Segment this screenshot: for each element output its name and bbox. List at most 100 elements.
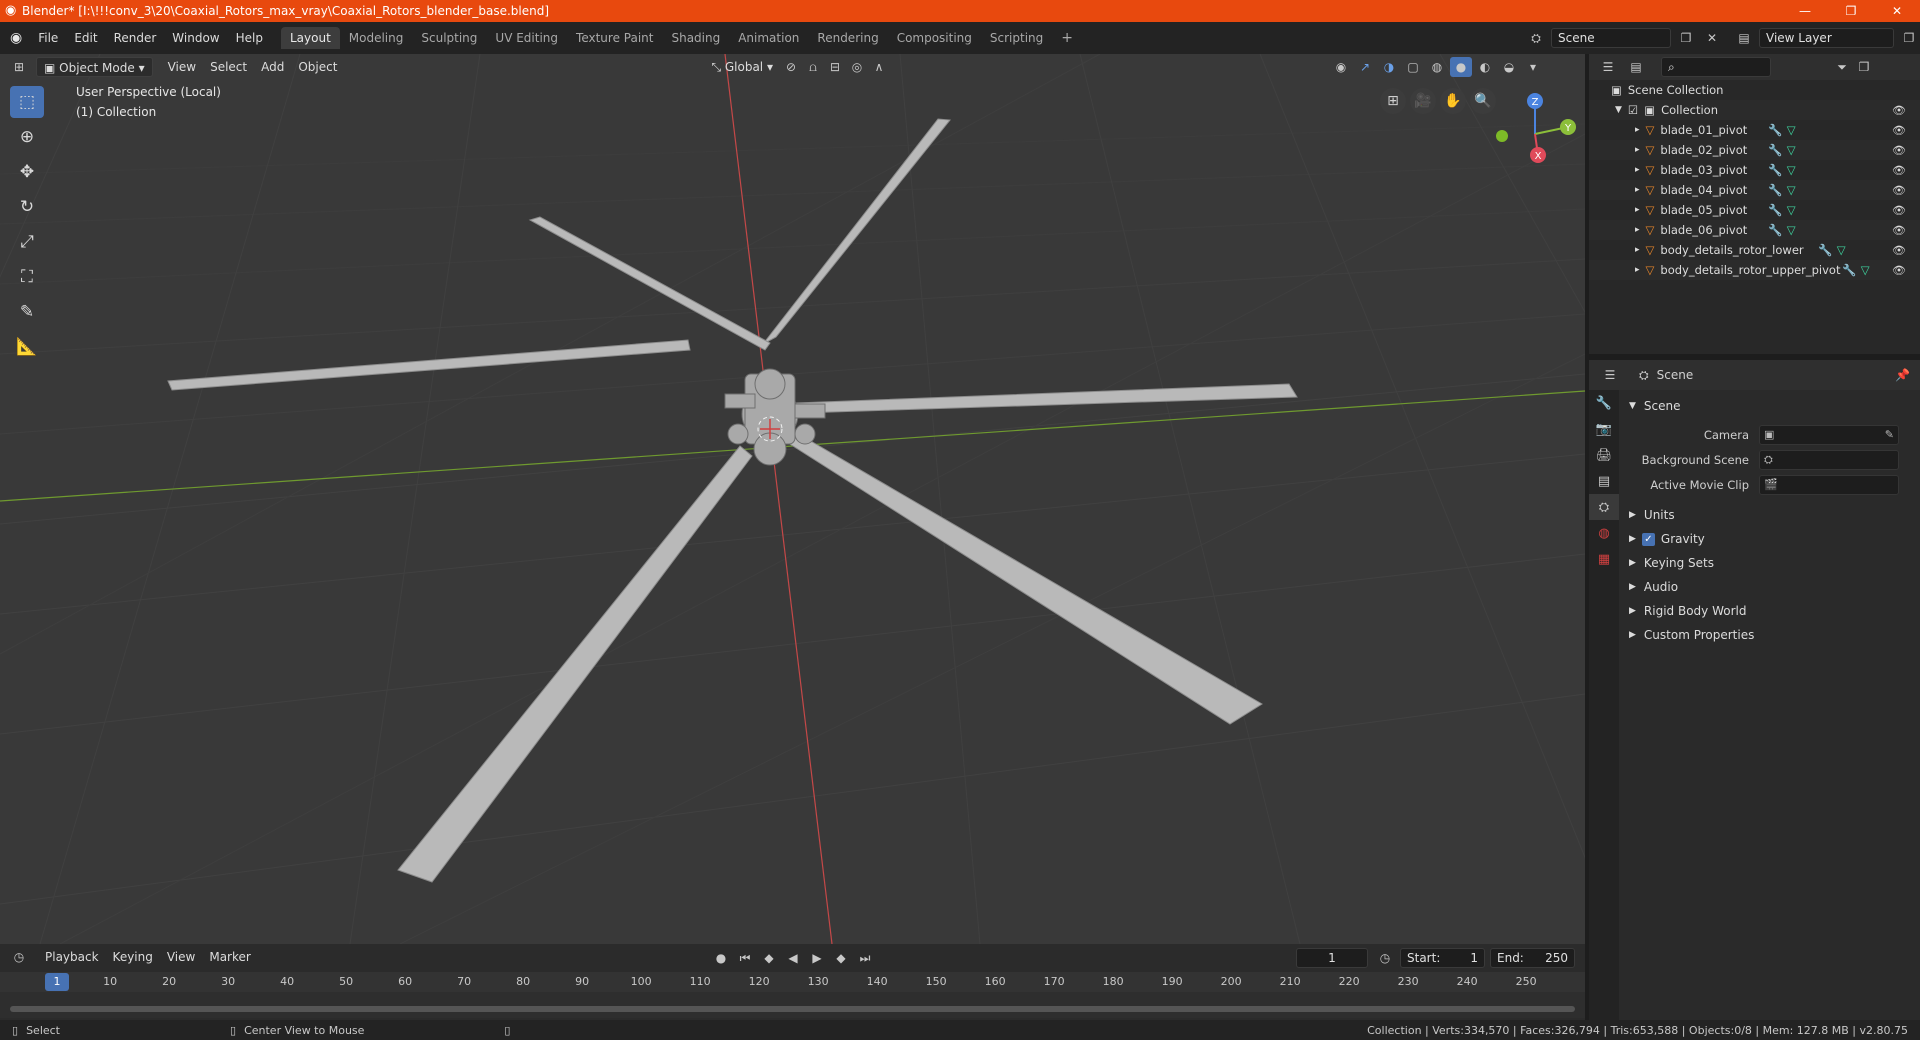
jump-end-icon[interactable]: ⏭ [854, 948, 876, 968]
jump-start-icon[interactable]: ⏮ [734, 948, 756, 968]
wireframe-shading-icon[interactable]: ◍ [1426, 57, 1448, 77]
navigation-gizmo[interactable]: Z Y X [1490, 89, 1580, 179]
new-view-layer-icon[interactable]: ❐ [1898, 28, 1920, 48]
tab-scripting[interactable]: Scripting [981, 27, 1052, 49]
minimize-button[interactable]: — [1782, 0, 1828, 22]
outliner-editor-type-icon[interactable]: ☰ [1597, 57, 1619, 77]
3d-viewport[interactable]: ⊞ ▣ Object Mode ▾ View Select Add Object… [0, 54, 1585, 944]
material-shading-icon[interactable]: ◐ [1474, 57, 1496, 77]
blender-menu-icon[interactable]: ◉ [0, 30, 30, 46]
viewport-menu-object[interactable]: Object [291, 57, 344, 77]
visibility-icon[interactable]: ◉ [1330, 57, 1352, 77]
expand-chevron-icon[interactable]: ▸ [1635, 265, 1640, 275]
maximize-button[interactable]: ❐ [1828, 0, 1874, 22]
texture-tab-icon[interactable]: ▦ [1589, 546, 1619, 572]
eye-icon[interactable]: 👁 [1892, 204, 1906, 217]
display-mode-icon[interactable]: ▤ [1625, 57, 1647, 77]
world-tab-icon[interactable]: ◍ [1589, 520, 1619, 546]
tab-shading[interactable]: Shading [662, 27, 729, 49]
eye-icon[interactable]: 👁 [1892, 144, 1906, 157]
solid-shading-icon[interactable]: ● [1450, 57, 1472, 77]
xray-toggle-icon[interactable]: ▢ [1402, 57, 1424, 77]
eye-icon[interactable]: 👁 [1892, 104, 1906, 117]
grid-toggle-icon[interactable]: ⊞ [1380, 88, 1406, 114]
proportional-edit-icon[interactable]: ◎ [846, 57, 868, 77]
expand-chevron-icon[interactable]: ▸ [1635, 245, 1640, 255]
timeline-menu-playback[interactable]: Playback [38, 947, 106, 967]
menu-help[interactable]: Help [228, 31, 271, 45]
pan-hand-icon[interactable]: ✋ [1440, 88, 1466, 114]
overlay-toggle-icon[interactable]: ◑ [1378, 57, 1400, 77]
units-panel-header[interactable]: ▶ Units [1619, 503, 1920, 527]
tool-properties-tab-icon[interactable]: 🔧 [1589, 390, 1619, 416]
current-frame-indicator[interactable]: 1 [45, 973, 69, 991]
clock-icon[interactable]: ◷ [1374, 948, 1396, 968]
filter-icon[interactable]: ⏷ [1831, 57, 1853, 77]
eye-icon[interactable]: 👁 [1892, 264, 1906, 277]
end-frame-field[interactable]: End: 250 [1490, 948, 1575, 968]
timeline-menu-marker[interactable]: Marker [202, 947, 257, 967]
select-box-tool[interactable]: ⬚ [10, 86, 44, 118]
custom-properties-panel-header[interactable]: ▶ Custom Properties [1619, 623, 1920, 647]
gravity-panel-header[interactable]: ▶ ✓ Gravity [1619, 527, 1920, 551]
outliner-item-blade-05[interactable]: ▸ ▽ blade_05_pivot 🔧 ▽ 👁 [1589, 200, 1920, 220]
play-icon[interactable]: ▶ [806, 948, 828, 968]
camera-view-icon[interactable]: 🎥 [1410, 88, 1436, 114]
background-scene-field[interactable]: ⛭ [1759, 449, 1899, 470]
tab-animation[interactable]: Animation [729, 27, 808, 49]
timeline-scrollbar[interactable] [10, 1006, 1575, 1012]
collection-row[interactable]: ▼ ☑ ▣ Collection 👁 [1589, 100, 1920, 120]
viewport-menu-select[interactable]: Select [203, 57, 254, 77]
falloff-icon[interactable]: ∧ [868, 57, 890, 77]
close-button[interactable]: ✕ [1874, 0, 1920, 22]
transform-orientation[interactable]: ⤡ Global ▾ [704, 57, 780, 77]
outliner-item-blade-01[interactable]: ▸ ▽ blade_01_pivot 🔧 ▽ 👁 [1589, 120, 1920, 140]
expand-chevron-icon[interactable]: ▼ [1615, 105, 1622, 115]
scene-selector-icon[interactable]: ⛭ [1525, 28, 1547, 48]
tab-texture-paint[interactable]: Texture Paint [567, 27, 662, 49]
viewport-scene[interactable] [0, 54, 1585, 944]
gizmo-toggle-icon[interactable]: ↗ [1354, 57, 1376, 77]
menu-window[interactable]: Window [164, 31, 227, 45]
menu-edit[interactable]: Edit [66, 31, 105, 45]
eyedropper-icon[interactable]: ✎ [1885, 428, 1894, 441]
record-icon[interactable]: ● [710, 948, 732, 968]
mode-selector[interactable]: ▣ Object Mode ▾ [36, 57, 153, 77]
scene-name-field[interactable]: Scene [1551, 28, 1671, 48]
viewport-menu-view[interactable]: View [161, 57, 203, 77]
expand-chevron-icon[interactable]: ▸ [1635, 185, 1640, 195]
current-frame-field[interactable]: 1 [1296, 948, 1368, 968]
outliner-item-blade-03[interactable]: ▸ ▽ blade_03_pivot 🔧 ▽ 👁 [1589, 160, 1920, 180]
delete-scene-icon[interactable]: ✕ [1701, 28, 1723, 48]
start-frame-field[interactable]: Start: 1 [1400, 948, 1485, 968]
eye-icon[interactable]: 👁 [1892, 244, 1906, 257]
tab-layout[interactable]: Layout [280, 27, 340, 49]
rigid-body-world-panel-header[interactable]: ▶ Rigid Body World [1619, 599, 1920, 623]
tab-compositing[interactable]: Compositing [888, 27, 981, 49]
expand-chevron-icon[interactable]: ▸ [1635, 145, 1640, 155]
measure-tool[interactable]: 📐 [10, 331, 44, 363]
eye-icon[interactable]: 👁 [1892, 224, 1906, 237]
camera-field[interactable]: ▣ ✎ [1759, 424, 1899, 445]
audio-panel-header[interactable]: ▶ Audio [1619, 575, 1920, 599]
tab-modeling[interactable]: Modeling [340, 27, 413, 49]
expand-chevron-icon[interactable]: ▸ [1635, 205, 1640, 215]
tab-rendering[interactable]: Rendering [808, 27, 887, 49]
rotate-tool[interactable]: ↻ [10, 191, 44, 223]
outliner-item-body-lower[interactable]: ▸ ▽ body_details_rotor_lower 🔧 ▽ 👁 [1589, 240, 1920, 260]
expand-chevron-icon[interactable]: ▸ [1635, 165, 1640, 175]
shading-options-icon[interactable]: ▾ [1522, 57, 1544, 77]
eye-icon[interactable]: 👁 [1892, 184, 1906, 197]
menu-file[interactable]: File [30, 31, 66, 45]
tab-sculpting[interactable]: Sculpting [412, 27, 486, 49]
pin-icon[interactable]: 📌 [1895, 368, 1910, 382]
move-tool[interactable]: ✥ [10, 156, 44, 188]
expand-chevron-icon[interactable]: ▸ [1635, 225, 1640, 235]
eye-icon[interactable]: 👁 [1892, 164, 1906, 177]
scene-tab-icon[interactable]: ⛭ [1589, 494, 1619, 520]
outliner-item-blade-06[interactable]: ▸ ▽ blade_06_pivot 🔧 ▽ 👁 [1589, 220, 1920, 240]
view-layer-icon[interactable]: ▤ [1733, 28, 1755, 48]
scene-collection-row[interactable]: ▣ Scene Collection [1589, 80, 1920, 100]
outliner-item-blade-04[interactable]: ▸ ▽ blade_04_pivot 🔧 ▽ 👁 [1589, 180, 1920, 200]
output-properties-tab-icon[interactable]: 🖨 [1589, 442, 1619, 468]
